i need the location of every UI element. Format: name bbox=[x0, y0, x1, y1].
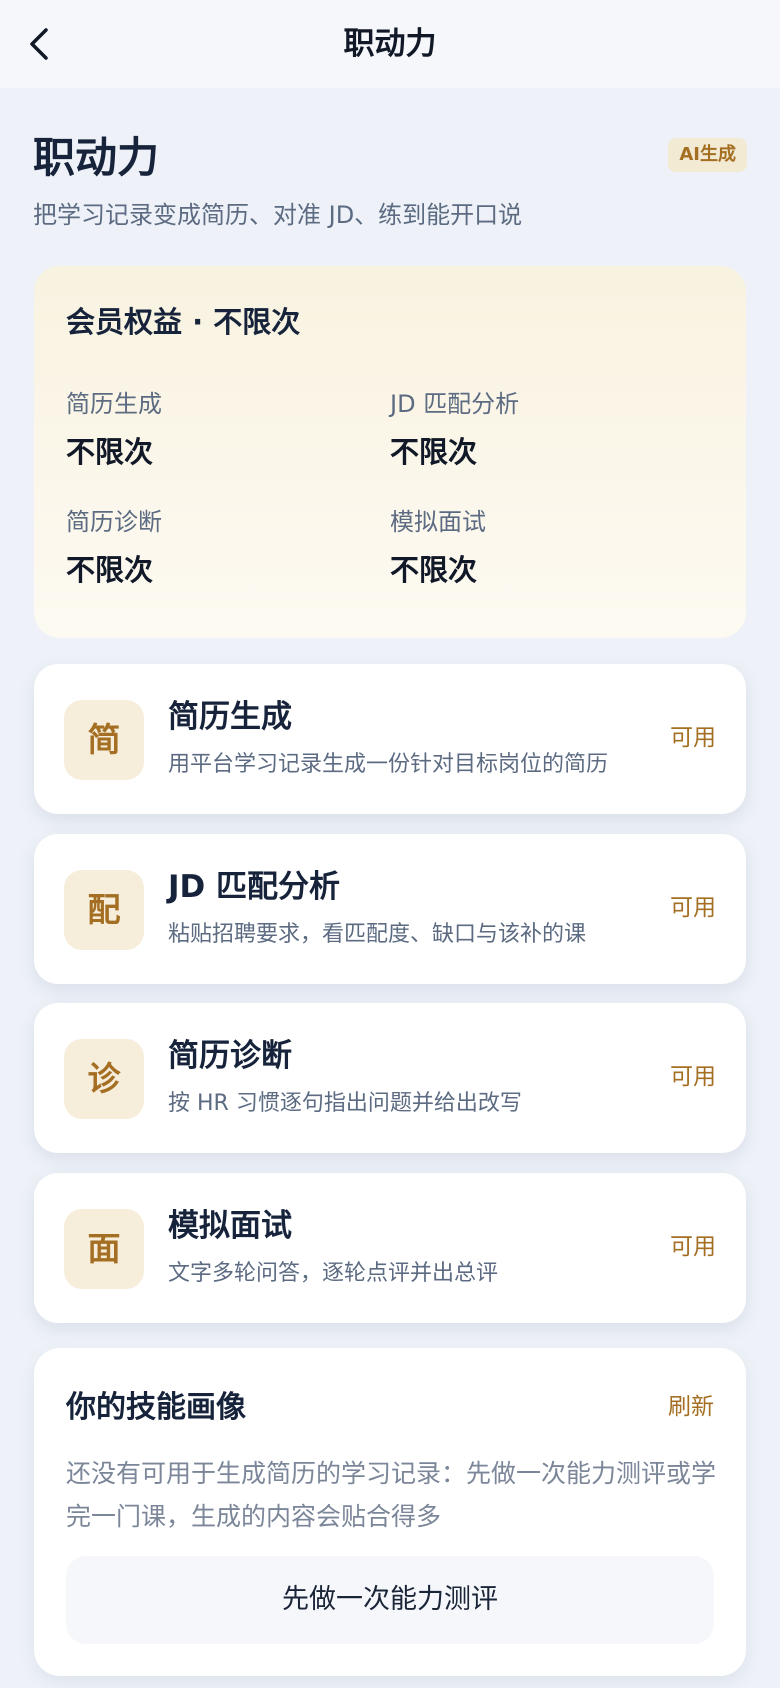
quota-label: 简历生成 bbox=[66, 390, 162, 418]
membership-title: 会员权益 · 不限次 bbox=[66, 305, 301, 339]
quota-value: 不限次 bbox=[390, 553, 478, 587]
match-icon: 配 bbox=[64, 870, 144, 950]
top-nav-bar: 职动力 bbox=[0, 0, 780, 88]
feature-card-diagnosis[interactable]: 诊 简历诊断 按 HR 习惯逐句指出问题并给出改写 可用 bbox=[34, 1003, 746, 1153]
refresh-button[interactable]: 刷新 bbox=[668, 1390, 714, 1424]
feature-status: 可用 bbox=[670, 1234, 716, 1260]
page-subtitle: 把学习记录变成简历、对准 JD、练到能开口说 bbox=[33, 201, 523, 229]
feature-desc: 用平台学习记录生成一份针对目标岗位的简历 bbox=[168, 752, 609, 777]
quota-resume: 简历生成 不限次 bbox=[66, 388, 366, 470]
quota-interview: 模拟面试 不限次 bbox=[390, 506, 690, 588]
hero-section: 职动力 把学习记录变成简历、对准 JD、练到能开口说 AI生成 bbox=[33, 128, 747, 238]
ai-badge: AI生成 bbox=[668, 138, 747, 172]
skill-profile-card: 你的技能画像 刷新 还没有可用于生成简历的学习记录：先做一次能力测评或学完一门课… bbox=[34, 1348, 746, 1676]
feature-title: 简历诊断 bbox=[168, 1038, 292, 1074]
feature-status: 可用 bbox=[670, 895, 716, 921]
feature-status: 可用 bbox=[670, 1064, 716, 1090]
quota-value: 不限次 bbox=[66, 435, 154, 469]
nav-title: 职动力 bbox=[343, 26, 437, 62]
quota-label: 模拟面试 bbox=[390, 508, 486, 536]
quota-value: 不限次 bbox=[390, 435, 478, 469]
skill-profile-title: 你的技能画像 bbox=[66, 1390, 246, 1425]
quota-value: 不限次 bbox=[66, 553, 154, 587]
membership-card: 会员权益 · 不限次 简历生成 不限次 JD 匹配分析 不限次 简历诊断 不限次… bbox=[34, 266, 746, 638]
feature-desc: 粘贴招聘要求，看匹配度、缺口与该补的课 bbox=[168, 922, 587, 947]
feature-card-resume[interactable]: 简 简历生成 用平台学习记录生成一份针对目标岗位的简历 可用 bbox=[34, 664, 746, 814]
feature-desc: 按 HR 习惯逐句指出问题并给出改写 bbox=[168, 1091, 522, 1116]
assessment-button[interactable]: 先做一次能力测评 bbox=[66, 1556, 714, 1644]
quota-label: JD 匹配分析 bbox=[390, 390, 520, 418]
diagnosis-icon: 诊 bbox=[64, 1039, 144, 1119]
feature-title: JD 匹配分析 bbox=[168, 869, 341, 905]
feature-title: 模拟面试 bbox=[168, 1208, 292, 1244]
interview-icon: 面 bbox=[64, 1209, 144, 1289]
skill-profile-desc: 还没有可用于生成简历的学习记录：先做一次能力测评或学完一门课，生成的内容会贴合得… bbox=[66, 1459, 717, 1531]
feature-card-interview[interactable]: 面 模拟面试 文字多轮问答，逐轮点评并出总评 可用 bbox=[34, 1173, 746, 1323]
feature-status: 可用 bbox=[670, 725, 716, 751]
feature-desc: 文字多轮问答，逐轮点评并出总评 bbox=[168, 1261, 499, 1286]
quota-label: 简历诊断 bbox=[66, 508, 162, 536]
quota-diagnosis: 简历诊断 不限次 bbox=[66, 506, 366, 588]
feature-card-jd-match[interactable]: 配 JD 匹配分析 粘贴招聘要求，看匹配度、缺口与该补的课 可用 bbox=[34, 834, 746, 984]
resume-icon: 简 bbox=[64, 700, 144, 780]
quota-jd-match: JD 匹配分析 不限次 bbox=[390, 388, 690, 470]
feature-title: 简历生成 bbox=[168, 699, 292, 735]
page-title: 职动力 bbox=[33, 133, 160, 182]
